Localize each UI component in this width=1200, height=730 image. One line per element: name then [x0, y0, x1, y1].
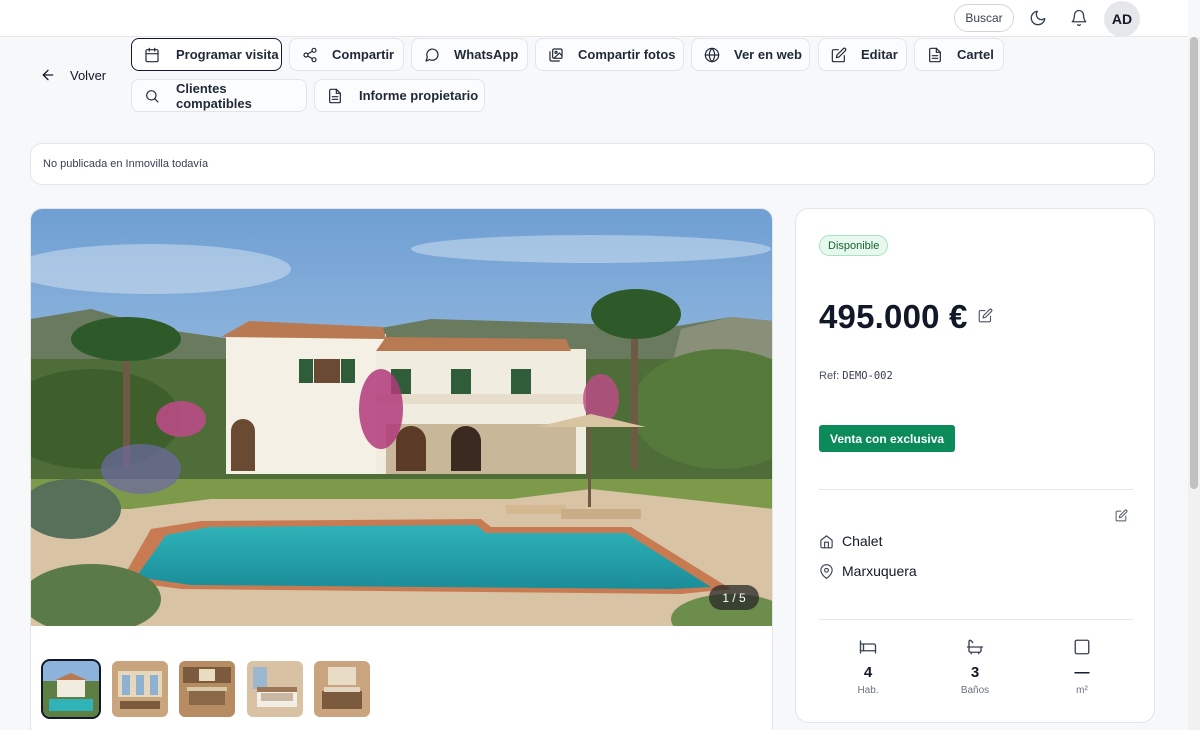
property-type: Chalet	[819, 531, 882, 551]
search-button[interactable]: Buscar	[954, 4, 1014, 32]
schedule-visit-label: Programar visita	[176, 47, 279, 62]
compatible-clients-button[interactable]: Clientes compatibles	[131, 79, 307, 112]
stat-bedrooms: 4 Hab.	[828, 636, 908, 696]
edit-label: Editar	[861, 47, 898, 62]
publish-notice: No publicada en Inmovilla todavía	[30, 143, 1155, 185]
back-button[interactable]: Volver	[40, 63, 106, 87]
square-icon	[1073, 636, 1091, 658]
bathrooms-value: 3	[970, 664, 980, 681]
images-icon	[549, 47, 563, 62]
photo-gallery: 1 / 5	[30, 208, 773, 730]
document-icon	[329, 88, 341, 103]
stat-area: — m²	[1042, 636, 1122, 696]
map-pin-icon	[820, 563, 833, 579]
poster-button[interactable]: Cartel	[914, 38, 1004, 71]
thumbnail-kitchen[interactable]	[179, 661, 235, 717]
stat-bathrooms: 3 Baños	[935, 636, 1015, 696]
view-web-button[interactable]: Ver en web	[691, 38, 810, 71]
property-type-label: Chalet	[842, 533, 883, 549]
share-label: Compartir	[332, 47, 395, 62]
property-location-label: Marxuquera	[842, 563, 917, 579]
bathrooms-label: Baños	[960, 685, 990, 696]
photo-counter: 1 / 5	[709, 585, 759, 610]
area-value: —	[1074, 664, 1090, 681]
exclusive-sale-badge: Venta con exclusiva	[819, 425, 956, 452]
bedrooms-value: 4	[863, 664, 873, 681]
compatible-clients-label: Clientes compatibles	[176, 80, 252, 111]
share-button[interactable]: Compartir	[289, 38, 404, 71]
whatsapp-button[interactable]: WhatsApp	[411, 38, 528, 71]
home-icon	[820, 534, 833, 548]
moon-icon[interactable]	[1028, 8, 1048, 28]
main-photo[interactable]: 1 / 5	[31, 209, 772, 626]
property-info-card: Disponible 495.000 € Ref: DEMO-002 Venta…	[795, 208, 1155, 723]
publish-notice-text: No publicada en Inmovilla todavía	[43, 158, 209, 170]
thumbnail-bedroom[interactable]	[247, 661, 303, 717]
thumbnail-terrace[interactable]	[112, 661, 168, 717]
owner-report-button[interactable]: Informe propietario	[314, 79, 485, 112]
edit-details-icon[interactable]	[1115, 509, 1128, 527]
share-photos-button[interactable]: Compartir fotos	[535, 38, 684, 71]
reference-label: Ref:	[819, 370, 840, 382]
bed-icon	[858, 636, 878, 658]
document-icon	[929, 47, 941, 62]
scrollbar[interactable]	[1188, 37, 1200, 730]
bedrooms-label: Hab.	[857, 685, 879, 696]
edit-icon	[831, 47, 847, 62]
calendar-icon	[145, 47, 159, 62]
view-web-label: Ver en web	[734, 47, 802, 62]
area-label: m²	[1076, 685, 1088, 696]
bath-icon	[965, 636, 985, 658]
status-badge: Disponible	[819, 235, 889, 256]
reference-code: DEMO-002	[842, 370, 893, 382]
divider	[819, 489, 1133, 490]
schedule-visit-button[interactable]: Programar visita	[131, 38, 282, 71]
divider	[819, 619, 1133, 620]
chat-icon	[425, 47, 439, 62]
scrollbar-thumb[interactable]	[1190, 37, 1198, 489]
thumbnail-exterior-pool[interactable]	[41, 659, 101, 719]
share-icon	[303, 47, 317, 62]
whatsapp-label: WhatsApp	[454, 47, 519, 62]
property-reference: Ref: DEMO-002	[819, 370, 893, 382]
share-photos-label: Compartir fotos	[578, 47, 676, 62]
search-icon	[146, 89, 159, 103]
edit-price-icon[interactable]	[978, 308, 993, 328]
poster-label: Cartel	[957, 47, 994, 62]
arrow-left-icon	[42, 69, 54, 81]
property-location: Marxuquera	[819, 561, 917, 581]
top-bar: Buscar AD	[0, 0, 1188, 37]
back-label: Volver	[70, 67, 107, 83]
edit-button[interactable]: Editar	[818, 38, 907, 71]
bell-icon[interactable]	[1069, 8, 1089, 28]
property-price: 495.000 €	[819, 298, 968, 335]
globe-icon	[704, 47, 720, 62]
avatar[interactable]: AD	[1104, 1, 1140, 37]
thumbnail-bathroom[interactable]	[314, 661, 370, 717]
owner-report-label: Informe propietario	[359, 88, 479, 103]
